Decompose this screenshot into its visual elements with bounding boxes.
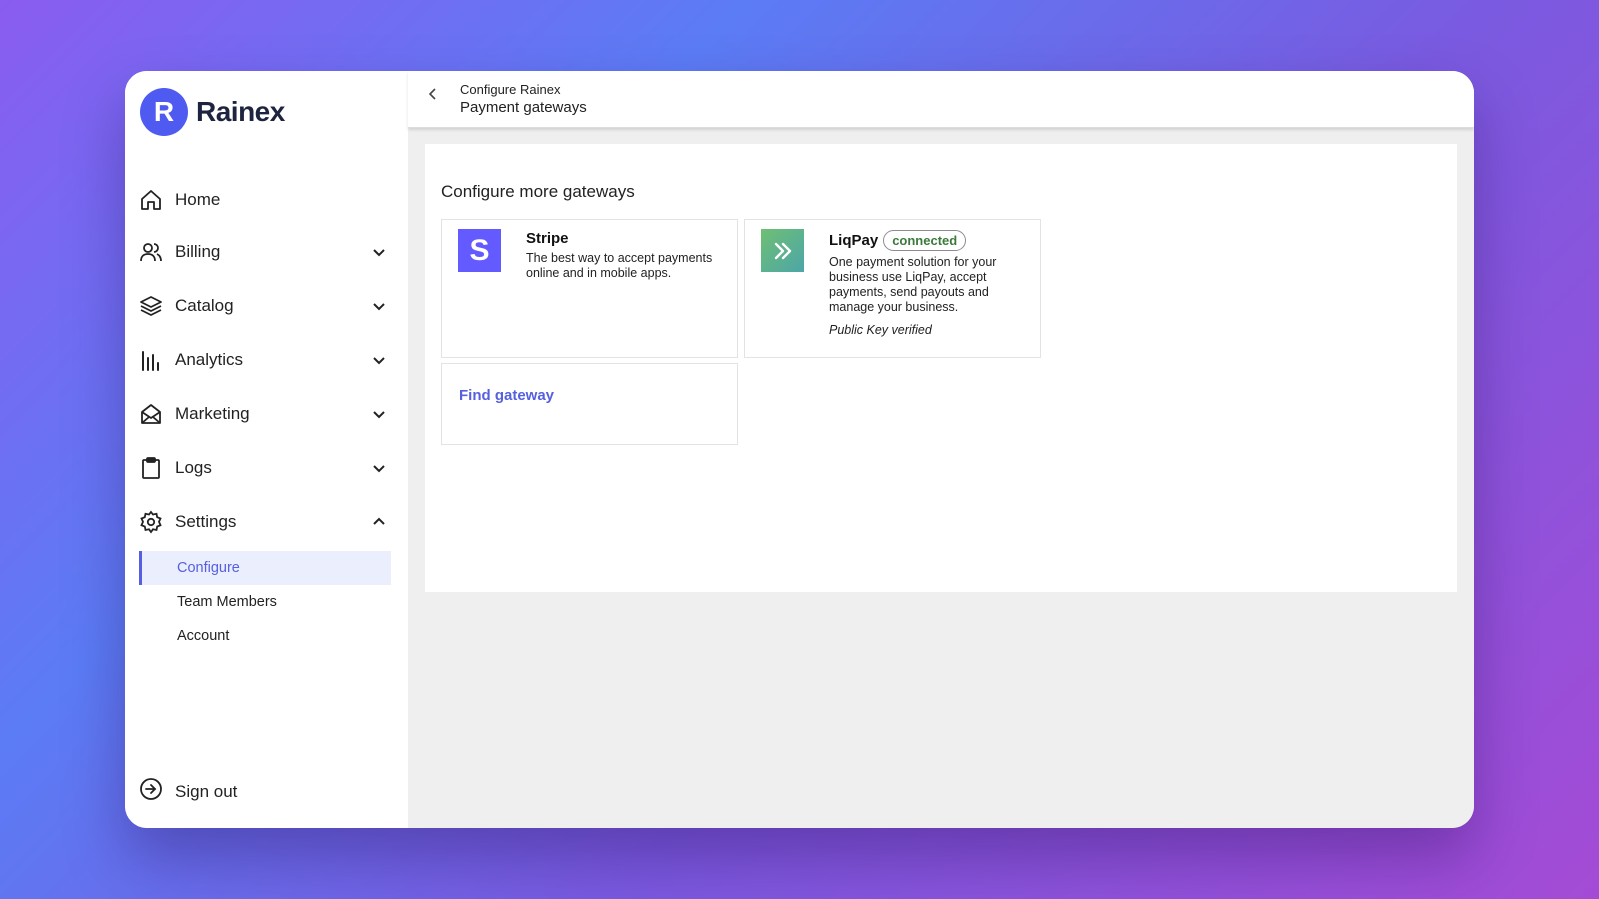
main-content: Configure Rainex Payment gateways Config…	[408, 71, 1474, 828]
gateway-card-liqpay[interactable]: LiqPay connected One payment solution fo…	[744, 219, 1041, 358]
brand-logo[interactable]: R Rainex	[140, 88, 285, 136]
chevron-down-icon[interactable]	[371, 244, 387, 260]
breadcrumb: Configure Rainex Payment gateways	[460, 82, 587, 116]
sidebar-item-label: Logs	[175, 458, 212, 477]
sidebar-item-analytics[interactable]: Analytics	[139, 333, 391, 387]
sidebar-item-logs[interactable]: Logs	[139, 441, 391, 495]
gateway-note: Public Key verified	[829, 323, 932, 337]
bar-chart-icon	[139, 348, 163, 372]
sidebar-item-home[interactable]: Home	[139, 175, 391, 225]
double-chevron-right-icon	[774, 242, 791, 259]
brand-name: Rainex	[196, 96, 285, 127]
sidebar-subitem-account[interactable]: Account	[139, 619, 391, 653]
sidebar-item-catalog[interactable]: Catalog	[139, 279, 391, 333]
status-badge: connected	[883, 230, 967, 251]
gateway-name-text: Stripe	[526, 230, 569, 247]
gateway-body: Stripe The best way to accept payments o…	[526, 230, 726, 281]
sidebar-item-label: Marketing	[175, 404, 250, 423]
sign-out-icon	[139, 777, 163, 806]
back-arrow-icon[interactable]	[424, 85, 442, 103]
layers-icon	[139, 294, 163, 318]
chevron-up-icon[interactable]	[371, 514, 387, 530]
settings-submenu: Configure Team Members Account	[139, 551, 391, 653]
find-gateway-link[interactable]: Find gateway	[459, 387, 554, 404]
gear-icon	[139, 510, 163, 534]
sidebar-subitem-team-members[interactable]: Team Members	[139, 585, 391, 619]
sidebar-item-label: Settings	[175, 512, 237, 531]
sidebar-item-label: Billing	[175, 242, 221, 261]
sidebar-item-billing[interactable]: Billing	[139, 225, 391, 279]
breadcrumb-parent[interactable]: Configure Rainex	[460, 82, 587, 97]
chevron-down-icon[interactable]	[371, 406, 387, 422]
app-window: R Rainex Home Billing Catalog Analytics …	[125, 71, 1474, 828]
gateway-name: Stripe	[526, 230, 726, 247]
sidebar-subitem-configure[interactable]: Configure	[139, 551, 391, 585]
stripe-logo: S	[458, 229, 501, 272]
users-icon	[139, 240, 163, 264]
sidebar: R Rainex Home Billing Catalog Analytics …	[125, 71, 408, 828]
gateway-name-text: LiqPay	[829, 232, 879, 249]
logo-badge: R	[140, 88, 188, 136]
sidebar-item-marketing[interactable]: Marketing	[139, 387, 391, 441]
liqpay-logo	[761, 229, 804, 272]
gateway-body: LiqPay connected One payment solution fo…	[829, 230, 1029, 337]
main-nav: Home Billing Catalog Analytics Marketing…	[139, 175, 391, 653]
clipboard-icon	[139, 456, 163, 480]
mail-icon	[139, 402, 163, 426]
sidebar-item-settings[interactable]: Settings	[139, 495, 391, 549]
sidebar-item-label: Catalog	[175, 296, 234, 315]
gateway-description: One payment solution for your business u…	[829, 255, 997, 314]
chevron-down-icon[interactable]	[371, 352, 387, 368]
gateways-panel: Configure more gateways S Stripe The bes…	[425, 144, 1457, 592]
home-icon	[139, 188, 163, 212]
sign-out-label: Sign out	[175, 781, 238, 801]
gateway-description: The best way to accept payments online a…	[526, 251, 713, 280]
page-title: Payment gateways	[460, 99, 587, 116]
chevron-down-icon[interactable]	[371, 298, 387, 314]
sidebar-item-label: Home	[175, 190, 221, 209]
chevron-down-icon[interactable]	[371, 460, 387, 476]
gateway-card-stripe[interactable]: S Stripe The best way to accept payments…	[441, 219, 738, 358]
section-title: Configure more gateways	[441, 182, 635, 201]
sidebar-item-label: Analytics	[175, 350, 244, 369]
gateway-name: LiqPay connected	[829, 230, 1029, 251]
find-gateway-card[interactable]: Find gateway	[441, 363, 738, 445]
sign-out-button[interactable]: Sign out	[139, 777, 237, 806]
top-bar: Configure Rainex Payment gateways	[408, 71, 1474, 128]
